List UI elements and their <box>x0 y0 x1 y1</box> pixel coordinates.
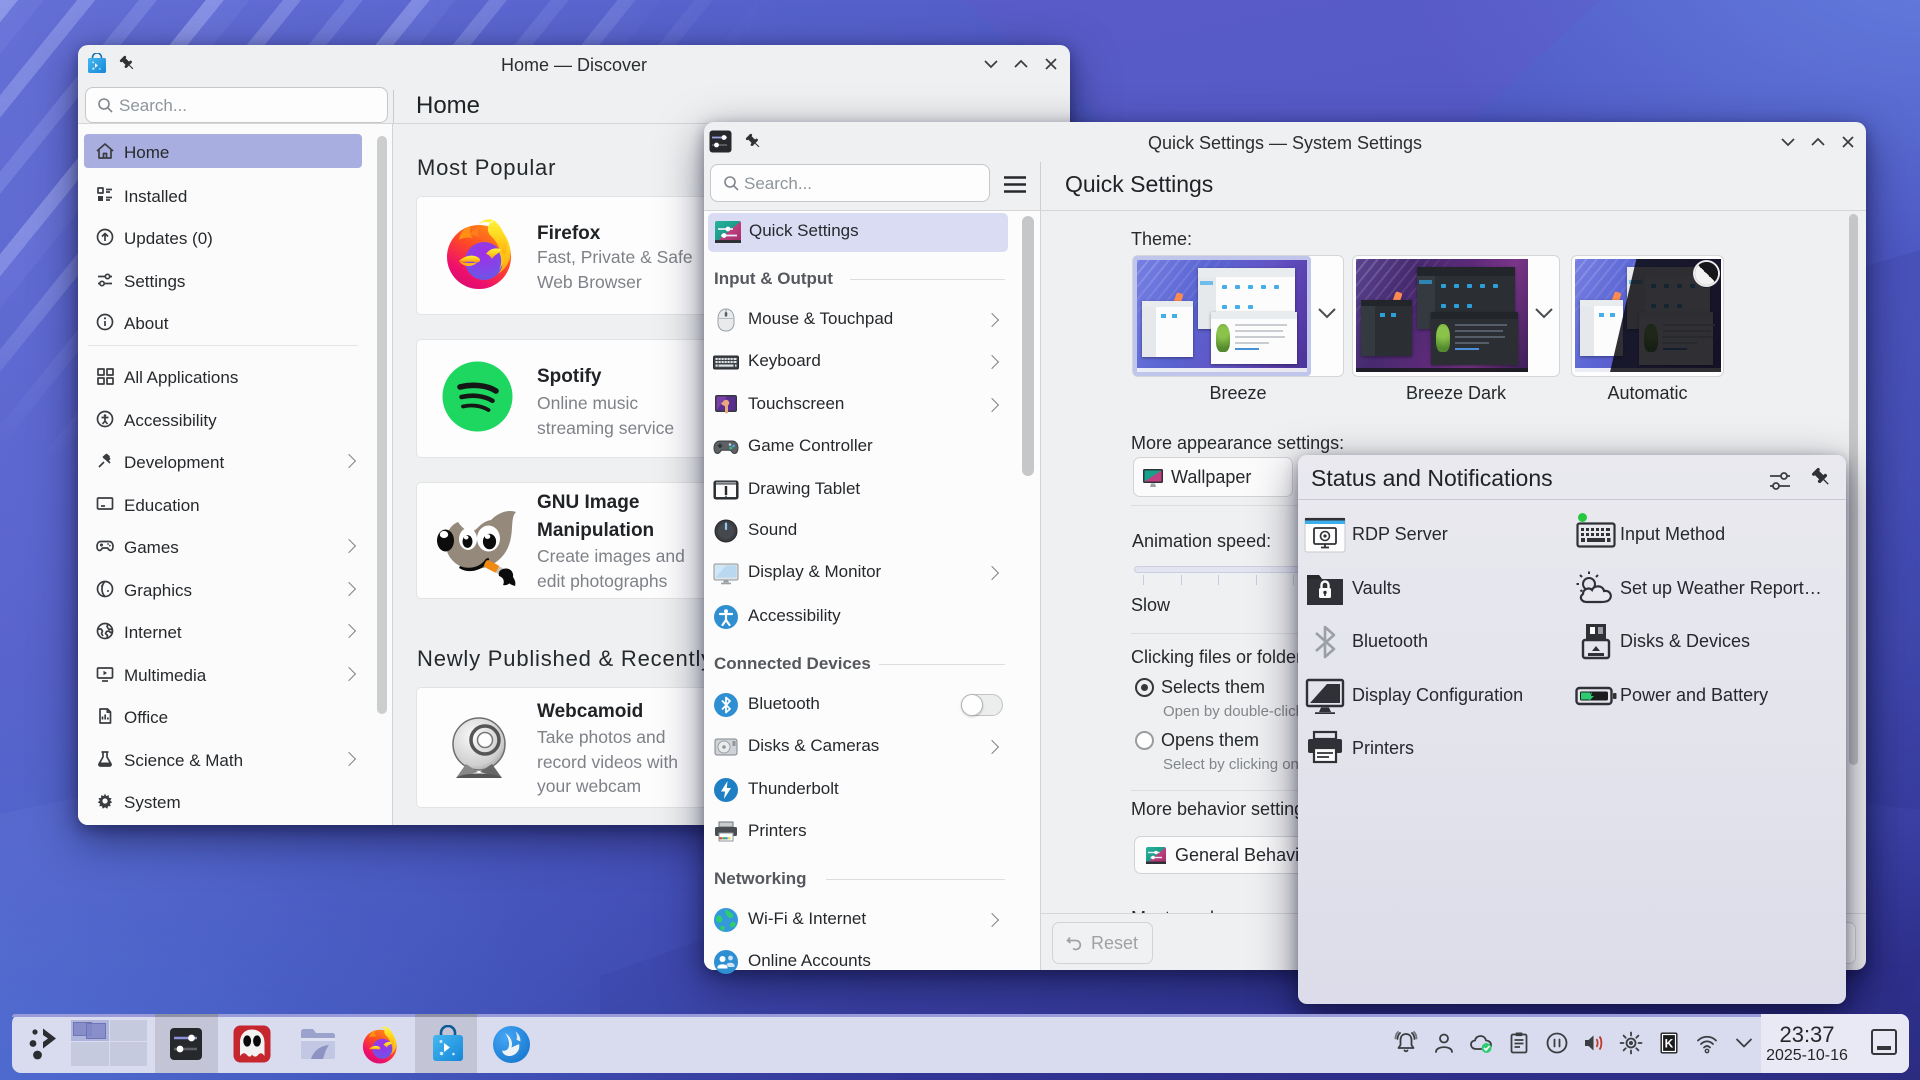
svg-text:K: K <box>1665 1037 1674 1051</box>
